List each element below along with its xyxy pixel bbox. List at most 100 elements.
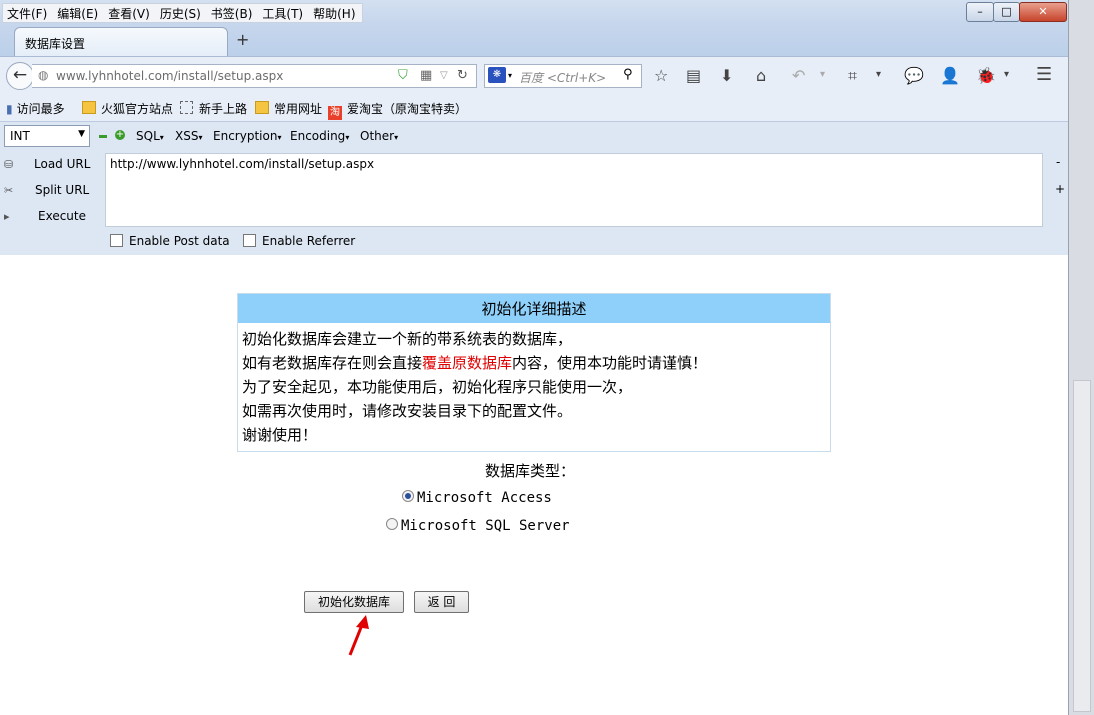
tab-active[interactable]: 数据库设置 bbox=[14, 27, 228, 57]
menu-bookmarks[interactable]: 书签(B) bbox=[207, 4, 259, 22]
menu-sql[interactable]: SQL▾ bbox=[136, 129, 164, 143]
user-icon[interactable]: 👤 bbox=[940, 66, 960, 85]
menu-other[interactable]: Other▾ bbox=[360, 129, 398, 143]
type-select-value: INT bbox=[10, 129, 30, 143]
back-button[interactable]: ← bbox=[6, 62, 34, 90]
menu-encryption[interactable]: Encryption▾ bbox=[213, 129, 281, 143]
crop-icon[interactable]: ⌗ bbox=[848, 66, 857, 86]
expand-button[interactable]: + bbox=[1055, 182, 1065, 196]
globe-icon: ◍ bbox=[38, 68, 49, 82]
address-url: www.lyhnhotel.com/install/setup.aspx bbox=[56, 69, 283, 83]
reload-icon[interactable]: ↻ bbox=[457, 68, 468, 83]
scrollbar[interactable] bbox=[1073, 380, 1091, 712]
scissors-icon: ✂ bbox=[4, 184, 14, 197]
split-url-button[interactable]: ✂ Split URL bbox=[4, 183, 89, 197]
menu-tools[interactable]: 工具(T) bbox=[258, 4, 309, 22]
hackbar-url-textarea[interactable]: http://www.lyhnhotel.com/install/setup.a… bbox=[105, 153, 1043, 227]
menu-file[interactable]: 文件(F) bbox=[3, 4, 53, 22]
decrease-icon[interactable] bbox=[99, 135, 107, 138]
hackbar-panel: INT ▼ + SQL▾ XSS▾ Encryption▾ Encoding▾ … bbox=[0, 121, 1068, 256]
search-bar[interactable]: ❋ ▾ 百度 <Ctrl+K> ⚲ bbox=[484, 64, 642, 88]
enable-referrer-label: Enable Referrer bbox=[262, 234, 356, 248]
bookmark-taobao[interactable]: 淘爱淘宝（原淘宝特卖） bbox=[328, 100, 467, 120]
dropdown-icon[interactable]: ▽ bbox=[440, 70, 448, 81]
menu-history[interactable]: 历史(S) bbox=[156, 4, 207, 22]
undo-dropdown-icon[interactable]: ▾ bbox=[820, 69, 825, 80]
execute-button[interactable]: ▸ Execute bbox=[4, 209, 86, 223]
menu-label: XSS bbox=[175, 129, 199, 143]
new-tab-button[interactable]: + bbox=[236, 30, 249, 49]
navigation-bar: ← ◍ www.lyhnhotel.com/install/setup.aspx… bbox=[0, 56, 1068, 95]
menu-xss[interactable]: XSS▾ bbox=[175, 129, 202, 143]
load-url-button[interactable]: ⛁ Load URL bbox=[4, 157, 90, 171]
enable-referrer-checkbox[interactable]: Enable Referrer bbox=[243, 234, 355, 248]
bookmark-firefox-site[interactable]: 火狐官方站点 bbox=[82, 100, 173, 117]
radio-access[interactable]: Microsoft Access bbox=[402, 490, 552, 506]
close-window-button[interactable]: ✕ bbox=[1019, 2, 1067, 22]
bookmark-getting-started[interactable]: 新手上路 bbox=[180, 100, 247, 117]
shield-icon[interactable]: ⛉ bbox=[398, 68, 408, 83]
type-select[interactable]: INT ▼ bbox=[4, 125, 90, 147]
chevron-down-icon: ▾ bbox=[345, 133, 350, 142]
menu-items: 文件(F) 编辑(E) 查看(V) 历史(S) 书签(B) 工具(T) 帮助(H… bbox=[2, 3, 363, 23]
home-icon[interactable]: ⌂ bbox=[756, 66, 766, 85]
crop-dropdown-icon[interactable]: ▾ bbox=[876, 69, 881, 80]
extension-icon[interactable]: 🐞 bbox=[976, 66, 996, 85]
star-icon[interactable]: ☆ bbox=[654, 66, 668, 85]
desktop-edge bbox=[1068, 0, 1094, 715]
back-page-button[interactable]: 返 回 bbox=[414, 591, 469, 613]
search-placeholder: 百度 <Ctrl+K> bbox=[519, 71, 607, 85]
browser-window: 文件(F) 编辑(E) 查看(V) 历史(S) 书签(B) 工具(T) 帮助(H… bbox=[0, 0, 1068, 715]
bookmark-label: 爱淘宝（原淘宝特卖） bbox=[347, 102, 468, 116]
menu-help[interactable]: 帮助(H) bbox=[309, 4, 361, 22]
init-database-button[interactable]: 初始化数据库 bbox=[304, 591, 404, 613]
bookmark-common-sites[interactable]: 常用网址 bbox=[255, 100, 322, 117]
radio-sqlserver[interactable]: Microsoft SQL Server bbox=[386, 518, 570, 534]
tab-title: 数据库设置 bbox=[25, 37, 86, 51]
chevron-down-icon: ▾ bbox=[198, 133, 203, 142]
menu-label: Other bbox=[360, 129, 395, 143]
qr-code-icon[interactable]: ▦ bbox=[420, 68, 432, 83]
menu-encoding[interactable]: Encoding▾ bbox=[290, 129, 349, 143]
baidu-paw-icon[interactable]: ❋ bbox=[488, 67, 506, 83]
menu-label: Encoding bbox=[290, 129, 346, 143]
dashed-page-icon bbox=[180, 101, 193, 114]
undo-icon[interactable]: ↶ bbox=[792, 66, 805, 85]
maximize-button[interactable]: □ bbox=[993, 2, 1020, 22]
shrink-button[interactable]: - bbox=[1056, 155, 1060, 169]
checkbox-icon bbox=[110, 234, 123, 247]
search-engine-dropdown-icon[interactable]: ▾ bbox=[508, 71, 512, 80]
description-title: 初始化详细描述 bbox=[238, 294, 830, 323]
warning-highlight: 覆盖原数据库 bbox=[422, 354, 513, 372]
address-bar[interactable]: ◍ www.lyhnhotel.com/install/setup.aspx ⛉… bbox=[32, 64, 477, 88]
chevron-down-icon: ▼ bbox=[78, 129, 85, 139]
db-type-label: 数据库类型： bbox=[485, 462, 576, 480]
hamburger-menu-icon[interactable]: ☰ bbox=[1036, 64, 1052, 85]
description-line: 谢谢使用！ bbox=[242, 426, 318, 444]
bookmark-icon: ▮ bbox=[6, 102, 13, 116]
menu-view[interactable]: 查看(V) bbox=[104, 4, 156, 22]
bookmark-label: 常用网址 bbox=[274, 102, 323, 116]
reading-list-icon[interactable]: ▤ bbox=[686, 66, 701, 85]
chat-icon[interactable]: 💬 bbox=[904, 66, 924, 85]
chevron-down-icon: ▾ bbox=[277, 133, 282, 142]
download-icon[interactable]: ⬇ bbox=[720, 66, 733, 85]
description-line-warning: 如有老数据库存在则会直接覆盖原数据库内容，使用本功能时请谨慎！ bbox=[242, 351, 826, 375]
increase-icon[interactable]: + bbox=[115, 130, 125, 140]
radio-access-label: Microsoft Access bbox=[417, 490, 552, 506]
menu-edit[interactable]: 编辑(E) bbox=[53, 4, 104, 22]
enable-post-label: Enable Post data bbox=[129, 234, 230, 248]
tab-strip: 数据库设置 + bbox=[0, 24, 1068, 57]
extension-dropdown-icon[interactable]: ▾ bbox=[1004, 69, 1009, 80]
search-icon[interactable]: ⚲ bbox=[623, 67, 633, 82]
bookmarks-bar: ▮ 访问最多 火狐官方站点 新手上路 常用网址 淘爱淘宝（原淘宝特卖） bbox=[0, 94, 1068, 121]
play-icon: ▸ bbox=[4, 210, 10, 223]
bookmark-label: 火狐官方站点 bbox=[101, 102, 174, 116]
description-line: 为了安全起见，本功能使用后，初始化程序只能使用一次， bbox=[242, 378, 633, 396]
address-path: /install/setup.aspx bbox=[173, 69, 284, 83]
bookmark-most-visited[interactable]: ▮ 访问最多 bbox=[6, 100, 65, 117]
description-body: 初始化数据库会建立一个新的带系统表的数据库， 如有老数据库存在则会直接覆盖原数据… bbox=[238, 323, 830, 451]
minimize-button[interactable]: – bbox=[966, 2, 994, 22]
enable-post-checkbox[interactable]: Enable Post data bbox=[110, 234, 230, 248]
split-url-label: Split URL bbox=[35, 183, 90, 197]
